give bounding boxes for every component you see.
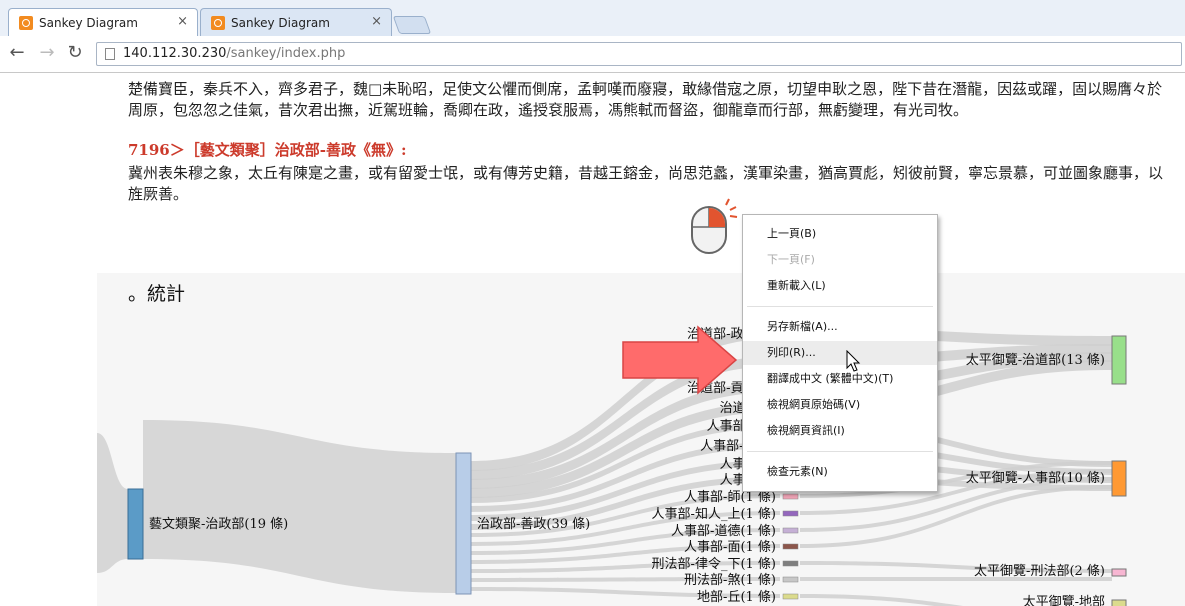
sankey-node-target <box>1111 568 1127 577</box>
sankey-label-branch: 人事部-知人_上(1 條) <box>652 506 776 522</box>
sankey-label-branch: 刑法部-煞(1 條) <box>684 573 776 588</box>
menu-item-save-as[interactable]: 另存新檔(A)... <box>743 315 937 339</box>
url-path: /sankey/index.php <box>226 46 346 61</box>
sankey-node-branch <box>782 560 799 567</box>
sankey-link <box>97 433 128 573</box>
menu-item-inspect[interactable]: 檢查元素(N) <box>743 460 937 484</box>
sankey-node-branch <box>782 527 799 534</box>
tab-close-icon[interactable]: × <box>177 14 188 29</box>
sankey-label-middle: 治政部-善政(39 條) <box>477 516 590 532</box>
sankey-node-source <box>127 488 144 560</box>
sankey-label-target: 太平御覽-人事部(10 條) <box>966 471 1105 486</box>
menu-item-translate[interactable]: 翻譯成中文 (繁體中文)(T) <box>743 367 937 391</box>
tab-sankey-diagram-active[interactable]: Sankey Diagram × <box>8 8 198 36</box>
sankey-node-middle <box>455 452 472 595</box>
page-content: 楚備寶臣，秦兵不入，齊多君子，魏□未恥昭，足使文公懼而側席，孟軻嘆而廢寢，敢緣借… <box>0 73 1185 606</box>
forward-button[interactable]: → <box>36 42 58 64</box>
menu-item-print[interactable]: 列印(R)... <box>743 341 937 365</box>
mouse-click-icon <box>691 198 738 254</box>
url-host: 140.112.30.230 <box>123 46 227 61</box>
menu-item-view-source[interactable]: 檢視網頁原始碼(V) <box>743 393 937 417</box>
page-icon <box>105 48 115 60</box>
tab-sankey-diagram[interactable]: Sankey Diagram × <box>200 8 392 36</box>
menu-item-reload[interactable]: 重新載入(L) <box>743 274 937 298</box>
sankey-label-target: 太平御覽-治道部(13 條) <box>966 353 1105 368</box>
sankey-node-branch <box>782 493 799 500</box>
sankey-label-target: 太平御覽-刑法部(2 條) <box>974 564 1105 579</box>
sankey-node-target <box>1111 599 1127 606</box>
browser-toolbar: ← → ↻ 140.112.30.230/sankey/index.php <box>0 36 1185 73</box>
sankey-label-branch: 地部-丘(1 條) <box>697 590 776 605</box>
tab-title: Sankey Diagram <box>39 16 138 30</box>
sankey-node-branch <box>782 510 799 517</box>
sankey-node-branch <box>782 543 799 550</box>
arrow-cursor-icon <box>846 350 861 372</box>
sankey-node-target <box>1111 460 1127 497</box>
red-arrow-pointer <box>622 325 738 395</box>
xampp-favicon-icon <box>211 16 225 30</box>
url-text: 140.112.30.230/sankey/index.php <box>123 46 345 61</box>
sankey-label-target: 太平御覽-地部 <box>1023 595 1105 606</box>
sankey-node-branch <box>782 593 799 600</box>
menu-item-page-info[interactable]: 檢視網頁資訊(I) <box>743 419 937 443</box>
context-menu[interactable]: 上一頁(B) 下一頁(F) 重新載入(L) 另存新檔(A)... 列印(R)..… <box>742 214 938 492</box>
sankey-label-branch: 刑法部-律令_下(1 條) <box>652 557 776 572</box>
tab-close-icon[interactable]: × <box>371 14 382 29</box>
sankey-node-target <box>1111 335 1127 385</box>
sankey-link <box>143 420 456 593</box>
reload-button[interactable]: ↻ <box>64 42 86 64</box>
sankey-node-branch <box>782 576 799 583</box>
menu-separator <box>747 451 933 452</box>
menu-separator <box>747 306 933 307</box>
menu-item-forward[interactable]: 下一頁(F) <box>743 248 937 272</box>
menu-item-back[interactable]: 上一頁(B) <box>743 222 937 246</box>
back-button[interactable]: ← <box>6 42 28 64</box>
xampp-favicon-icon <box>19 16 33 30</box>
tab-strip: Sankey Diagram × Sankey Diagram × <box>0 0 1185 36</box>
sankey-label-branch: 人事部-面(1 條) <box>684 540 776 555</box>
sankey-diagram: 藝文類聚-治政部(19 條) 治政部-善政(39 條) 太平御覽-治道部(13 條)… <box>97 327 1127 606</box>
sankey-label-branch: 人事部-道德(1 條) <box>671 524 776 539</box>
address-bar[interactable]: 140.112.30.230/sankey/index.php <box>96 42 1182 66</box>
tab-title: Sankey Diagram <box>231 16 330 30</box>
sankey-label-branch: 人事部-師(1 條) <box>684 490 776 505</box>
new-tab-button[interactable] <box>392 16 432 34</box>
sankey-label-source: 藝文類聚-治政部(19 條) <box>149 517 288 532</box>
